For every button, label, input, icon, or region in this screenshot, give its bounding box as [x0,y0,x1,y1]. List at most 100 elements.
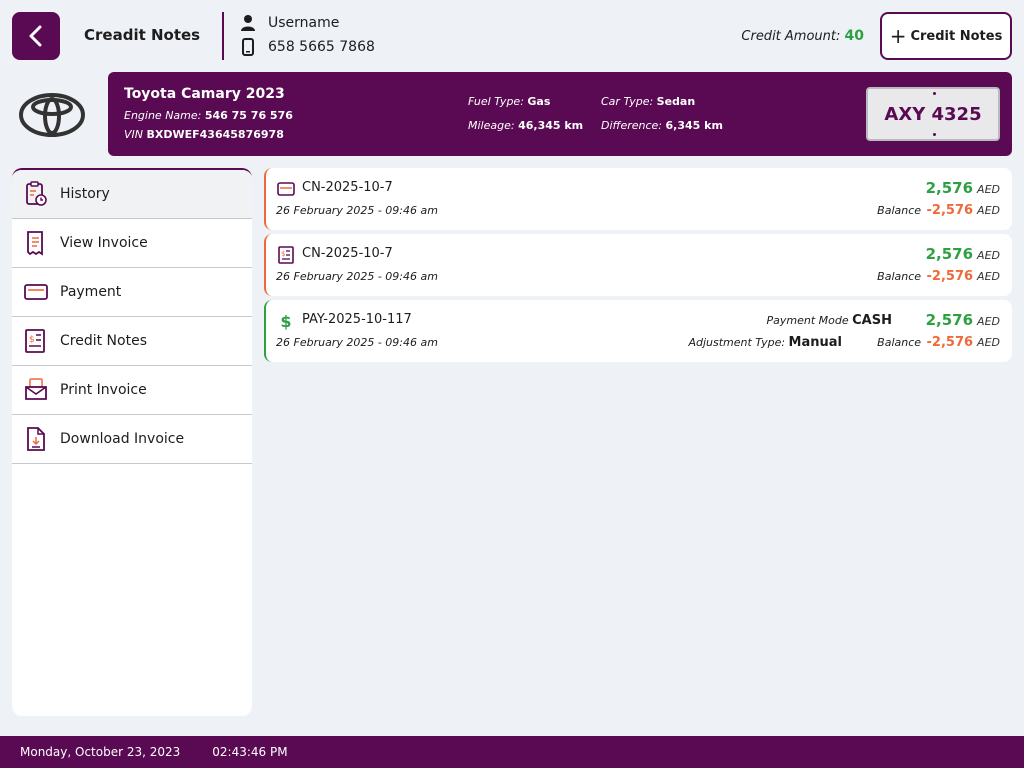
engine-label: Engine Name: [124,109,202,122]
page-title: Creadit Notes [84,26,201,44]
engine-name: Engine Name: 546 75 76 576 [124,109,293,122]
vin-value: BXDWEF43645876978 [146,128,284,141]
back-button[interactable] [12,12,60,60]
transaction-balance: Balance -2,576 AED [877,335,1000,350]
add-credit-note-label: Credit Notes [910,28,1003,44]
car-type-value: Sedan [656,95,696,108]
vin-label: VIN [124,128,143,141]
currency: AED [977,204,1000,217]
receipt-icon: $ [276,246,296,264]
chevron-left-icon [29,25,42,47]
sidebar-item-label: Print Invoice [60,382,147,398]
credit-notes-icon: $ [24,328,48,354]
currency: AED [977,336,1000,349]
fuel-label: Fuel Type: [468,95,524,108]
invoice-icon [24,230,48,256]
adjustment-label: Adjustment Type: [688,336,786,349]
phone-number: 658 5665 7868 [268,39,375,55]
svg-text:$: $ [29,335,35,345]
credit-card-icon [24,279,48,305]
transaction-balance: Balance -2,576 AED [877,203,1000,218]
top-bar: Creadit Notes Username 658 5665 7868 Cre… [0,0,1024,72]
mileage-label: Mileage: [468,119,515,132]
payment-mode-label: Payment Mode [766,314,849,327]
header-divider [222,12,224,60]
balance-value: -2,576 [926,335,974,350]
mileage-value: 46,345 km [518,119,584,132]
transaction-amount: 2,576 AED [926,179,1000,197]
credit-amount-label: Credit Amount: [741,29,841,44]
dollar-icon: $ [280,311,292,331]
transaction-balance: Balance -2,576 AED [877,269,1000,284]
car-type-label: Car Type: [601,95,654,108]
sidebar-menu: History View Invoice Payment $ Credit No… [12,168,252,716]
amount-value: 2,576 [925,245,974,263]
transaction-code: CN-2025-10-7 [302,246,393,261]
transaction-amount: 2,576 AED [926,245,1000,263]
toyota-logo [19,93,85,137]
adjustment-type: Adjustment Type: Manual [688,335,842,350]
currency: AED [977,270,1000,283]
amount-value: 2,576 [925,311,974,329]
transaction-date: 26 February 2025 - 09:46 am [276,204,438,217]
balance-value: -2,576 [926,269,974,284]
sidebar-item-history[interactable]: History [12,170,252,219]
footer-time: 02:43:46 PM [212,745,288,759]
balance-value: -2,576 [926,203,974,218]
currency: AED [977,249,1000,262]
sidebar-item-label: Credit Notes [60,333,147,349]
vin: VIN BXDWEF43645876978 [124,128,284,141]
difference: Difference: 6,345 km [601,119,723,132]
vehicle-info-card: Toyota Camary 2023 Engine Name: 546 75 7… [108,72,1012,156]
user-icon [241,15,255,31]
sidebar-item-label: History [60,186,110,202]
download-file-icon [24,426,48,452]
car-type: Car Type: Sedan [601,95,695,108]
sidebar-item-label: Payment [60,284,122,300]
sidebar-item-label: Download Invoice [60,431,185,447]
transaction-code: CN-2025-10-7 [302,180,393,195]
add-credit-note-button[interactable]: + Credit Notes [880,12,1012,60]
balance-label: Balance [877,204,922,217]
fuel-value: Gas [527,95,551,108]
currency: AED [977,183,1000,196]
adjustment-value: Manual [788,335,842,350]
balance-label: Balance [877,336,922,349]
payment-mode: Payment Mode CASH [767,313,892,328]
payment-mode-value: CASH [852,313,892,328]
transaction-code: PAY-2025-10-117 [302,312,412,327]
engine-value: 546 75 76 576 [204,109,293,122]
phone-row: 658 5665 7868 [240,38,375,56]
fuel-type: Fuel Type: Gas [468,95,550,108]
plus-icon: + [889,24,907,48]
balance-label: Balance [877,270,922,283]
credit-amount-value: 40 [844,28,864,44]
license-plate: AXY 4325 [866,87,1000,141]
mobile-phone-icon [242,38,254,56]
sidebar-item-payment[interactable]: Payment [12,268,252,317]
transaction-date: 26 February 2025 - 09:46 am [276,270,438,283]
transaction-card[interactable]: $ PAY-2025-10-117 26 February 2025 - 09:… [264,300,1012,362]
sidebar-item-download-invoice[interactable]: Download Invoice [12,415,252,464]
credit-amount: Credit Amount: 40 [741,28,864,44]
transaction-card[interactable]: CN-2025-10-7 26 February 2025 - 09:46 am… [264,168,1012,230]
transaction-date: 26 February 2025 - 09:46 am [276,336,438,349]
print-icon [24,377,48,403]
footer-date: Monday, October 23, 2023 [20,745,181,759]
difference-label: Difference: [601,119,663,132]
amount-value: 2,576 [925,179,974,197]
mileage: Mileage: 46,345 km [468,119,583,132]
svg-text:$: $ [281,250,285,258]
sidebar-item-print-invoice[interactable]: Print Invoice [12,366,252,415]
sidebar-item-view-invoice[interactable]: View Invoice [12,219,252,268]
sidebar-item-label: View Invoice [60,235,148,251]
transaction-card[interactable]: $ CN-2025-10-7 26 February 2025 - 09:46 … [264,234,1012,296]
currency: AED [977,315,1000,328]
status-footer: Monday, October 23, 2023 02:43:46 PM [0,736,1024,768]
username-row: Username [240,14,339,32]
difference-value: 6,345 km [665,119,723,132]
card-icon [276,180,296,198]
sidebar-item-credit-notes[interactable]: $ Credit Notes [12,317,252,366]
transaction-amount: 2,576 AED [926,311,1000,329]
username: Username [268,15,340,31]
